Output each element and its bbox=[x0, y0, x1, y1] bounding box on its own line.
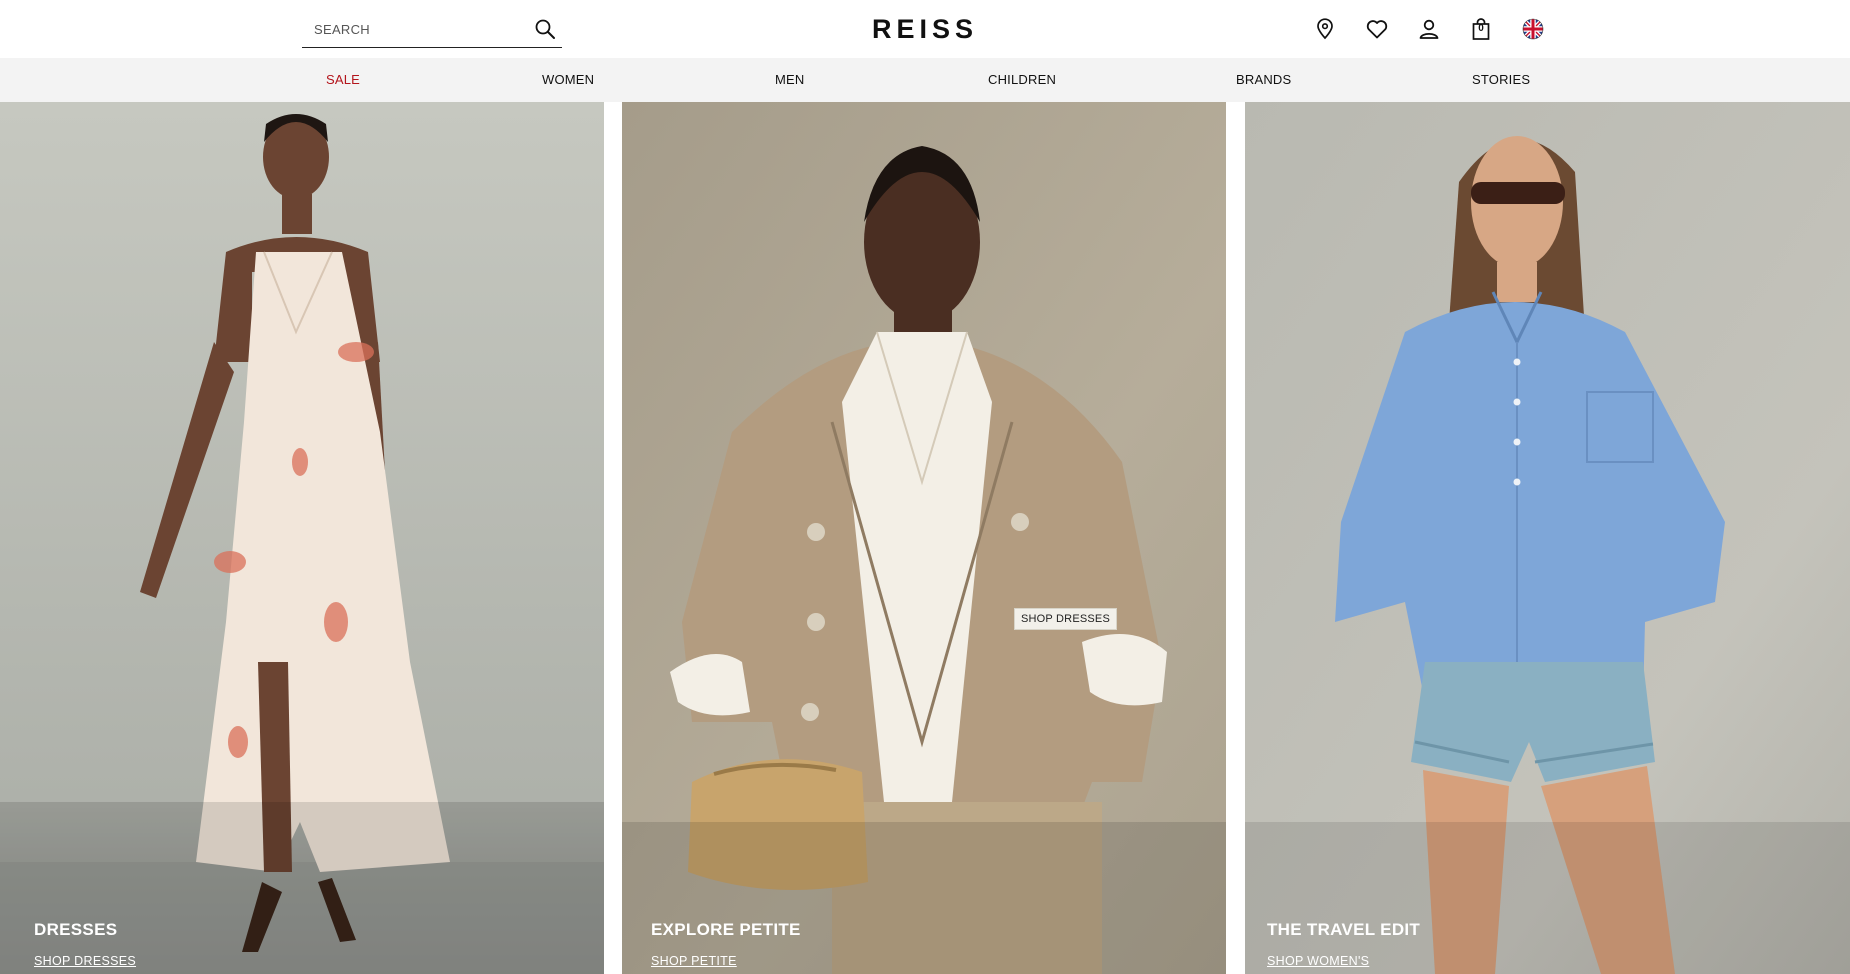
shop-womens-link[interactable]: SHOP WOMEN'S bbox=[1267, 954, 1369, 968]
nav-item-women[interactable]: WOMEN bbox=[542, 58, 594, 102]
header-icons: 0 bbox=[1310, 14, 1570, 44]
nav-item-children[interactable]: CHILDREN bbox=[988, 58, 1056, 102]
nav-item-men[interactable]: MEN bbox=[775, 58, 805, 102]
dress-model-image bbox=[0, 102, 604, 974]
panel-title: THE TRAVEL EDIT bbox=[1267, 920, 1421, 939]
bag-count-badge: 0 bbox=[1478, 23, 1484, 34]
search-input[interactable] bbox=[314, 19, 514, 39]
nav-item-brands[interactable]: BRANDS bbox=[1236, 58, 1291, 102]
panel-title: EXPLORE PETITE bbox=[651, 920, 801, 939]
nav-item-sale[interactable]: SALE bbox=[326, 58, 360, 102]
search-icon[interactable] bbox=[532, 16, 558, 42]
panel-travel-edit[interactable]: THE TRAVEL EDIT SHOP WOMEN'S bbox=[1245, 102, 1850, 974]
account-icon[interactable] bbox=[1414, 14, 1444, 44]
shop-dresses-link[interactable]: SHOP DRESSES bbox=[34, 954, 136, 968]
nav-item-stories[interactable]: STORIES bbox=[1472, 58, 1530, 102]
brand-logo[interactable]: REISS bbox=[860, 12, 990, 46]
search-bar bbox=[302, 10, 562, 48]
uk-flag-icon[interactable] bbox=[1518, 14, 1548, 44]
panel-title: DRESSES bbox=[34, 920, 118, 939]
hero-panels: DRESSES SHOP DRESSES SHOP DRESSES EXPLOR… bbox=[0, 102, 1850, 974]
heart-icon[interactable] bbox=[1362, 14, 1392, 44]
travel-model-image bbox=[1245, 102, 1850, 974]
site-header: REISS 0 bbox=[0, 0, 1850, 58]
store-locator-icon[interactable] bbox=[1310, 14, 1340, 44]
shop-petite-link[interactable]: SHOP PETITE bbox=[651, 954, 737, 968]
main-navigation: SALE WOMEN MEN CHILDREN BRANDS STORIES bbox=[0, 58, 1850, 102]
panel-dresses[interactable]: DRESSES SHOP DRESSES bbox=[0, 102, 604, 974]
shop-dresses-hotspot[interactable]: SHOP DRESSES bbox=[1014, 608, 1118, 630]
panel-explore-petite[interactable]: SHOP DRESSES EXPLORE PETITE SHOP PETITE bbox=[622, 102, 1226, 974]
bag-icon[interactable]: 0 bbox=[1466, 14, 1496, 44]
petite-model-image bbox=[622, 102, 1226, 974]
